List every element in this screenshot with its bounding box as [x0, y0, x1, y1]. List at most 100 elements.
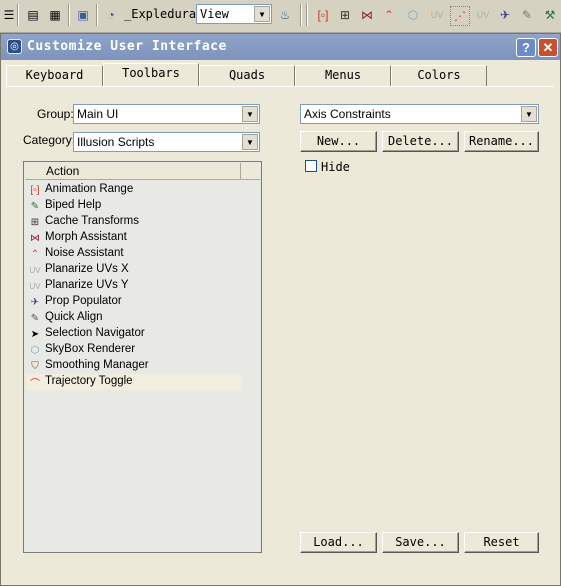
prop-icon[interactable]: ✈ [496, 6, 514, 24]
uv-y-icon: UV [29, 281, 41, 291]
app-icon: ◎ [7, 39, 22, 54]
tab-divider [6, 86, 554, 87]
toolbar-value: Axis Constraints [304, 107, 391, 121]
tab-toolbars[interactable]: Toolbars [103, 63, 199, 87]
customize-ui-dialog: ◎ Customize User Interface ? ✕ Keyboard … [0, 33, 561, 586]
list-item[interactable]: ✎ Quick Align [26, 310, 242, 326]
action-header-label: Action [46, 164, 80, 178]
list-item-selected[interactable]: ⌒ Trajectory Toggle [26, 374, 242, 390]
chevron-down-icon[interactable]: ▼ [242, 134, 258, 150]
align-icon[interactable]: ✎ [518, 6, 536, 24]
list-item-label: Morph Assistant [45, 231, 127, 243]
hide-checkbox[interactable] [305, 160, 317, 172]
tab-menus[interactable]: Menus [295, 65, 391, 86]
title-bar[interactable]: ◎ Customize User Interface ? ✕ [1, 34, 560, 60]
list-item-label: Smoothing Manager [45, 359, 149, 371]
help-button[interactable]: ? [516, 38, 536, 57]
action-list-header: Action [25, 163, 260, 180]
align-icon: ✎ [30, 312, 40, 324]
list-item[interactable]: ⊞ Cache Transforms [26, 214, 242, 230]
hide-label[interactable]: Hide [321, 160, 350, 174]
list-item-label: SkyBox Renderer [45, 343, 136, 355]
biped-icon: ✎ [30, 200, 40, 212]
list-icon[interactable]: ▤ [24, 6, 42, 24]
morph-icon: ⋈ [30, 232, 40, 244]
edura-label[interactable]: edura [160, 7, 196, 21]
cache-icon[interactable]: ⊞ [336, 6, 354, 24]
skybox-icon: ⬡ [30, 344, 40, 356]
dialog-title: Customize User Interface [27, 39, 227, 54]
tab-colors[interactable]: Colors [391, 65, 487, 86]
main-toolbar: ☰ ▤ ▦ ▣ ◔ _Expl edura View ▼ ♨ [▫] ⊞ ⋈ ⌃… [0, 0, 561, 33]
list-item-label: Planarize UVs Y [45, 279, 129, 291]
view-dropdown[interactable]: View ▼ [196, 4, 272, 24]
uv-x-icon: UV [29, 265, 41, 275]
list-item[interactable]: ✎ Biped Help [26, 198, 242, 214]
close-button[interactable]: ✕ [538, 38, 558, 57]
range-icon: [▫] [30, 184, 40, 196]
menu-icon[interactable]: ☰ [0, 6, 18, 24]
chevron-down-icon[interactable]: ▼ [254, 6, 270, 22]
list-item[interactable]: ⬡ SkyBox Renderer [26, 342, 242, 358]
load-button[interactable]: Load... [300, 532, 377, 553]
wrench-icon[interactable]: ⚒ [541, 6, 559, 24]
range-icon[interactable]: [▫] [314, 6, 332, 24]
explode-icon[interactable]: ◔ [102, 6, 120, 24]
list-item[interactable]: ➤ Selection Navigator [26, 326, 242, 342]
prop-icon: ✈ [30, 296, 40, 308]
teapot-icon[interactable]: ♨ [276, 6, 294, 24]
schematic-icon[interactable]: ▣ [74, 6, 92, 24]
save-button[interactable]: Save... [382, 532, 459, 553]
reset-button[interactable]: Reset [464, 532, 539, 553]
group-dropdown[interactable]: Main UI ▼ [73, 104, 260, 124]
list-item-label: Animation Range [45, 183, 134, 195]
list-item[interactable]: [▫] Animation Range [26, 182, 242, 198]
list-item[interactable]: ✈ Prop Populator [26, 294, 242, 310]
toolbar-separator [96, 4, 98, 26]
toolbar-separator [300, 4, 302, 26]
tab-quads[interactable]: Quads [199, 65, 295, 86]
toolbar-dropdown[interactable]: Axis Constraints ▼ [300, 104, 539, 124]
delete-button[interactable]: Delete... [382, 131, 459, 152]
chevron-down-icon[interactable]: ▼ [521, 106, 537, 122]
list-item[interactable]: ⛉ Smoothing Manager [26, 358, 242, 374]
toolbar-separator [306, 4, 308, 26]
explode-label[interactable]: _Expl [124, 7, 160, 21]
list-item-label: Noise Assistant [45, 247, 124, 259]
list-item-label: Cache Transforms [45, 215, 139, 227]
list-item-label: Selection Navigator [45, 327, 145, 339]
uv-x-icon[interactable]: UV [428, 6, 446, 24]
category-dropdown[interactable]: Illusion Scripts ▼ [73, 132, 260, 152]
toolbar-separator [68, 4, 70, 26]
group-value: Main UI [77, 107, 119, 121]
list-item[interactable]: ⌃ Noise Assistant [26, 246, 242, 262]
list-item-label: Trajectory Toggle [45, 375, 133, 387]
tab-keyboard[interactable]: Keyboard [6, 65, 103, 86]
layers-icon[interactable]: ▦ [46, 6, 64, 24]
rename-button[interactable]: Rename... [464, 131, 539, 152]
noise-icon: ⌃ [30, 248, 40, 260]
uv-y-icon[interactable]: UV [474, 6, 492, 24]
morph-icon[interactable]: ⋈ [358, 6, 376, 24]
cache-icon: ⊞ [30, 216, 40, 228]
trajectory-icon: ⌒ [30, 378, 40, 390]
action-list[interactable]: Action [▫] Animation Range ✎ Biped Help ⊞ C… [23, 161, 262, 553]
trajectory-icon[interactable]: ⋰ [450, 6, 470, 26]
pointer-icon: ➤ [30, 328, 40, 340]
noise-icon[interactable]: ⌃ [380, 6, 398, 24]
list-item[interactable]: UV Planarize UVs Y [26, 278, 242, 294]
category-value: Illusion Scripts [77, 135, 155, 149]
view-dropdown-value: View [200, 7, 229, 21]
list-item[interactable]: ⋈ Morph Assistant [26, 230, 242, 246]
toolbar-separator [17, 4, 19, 26]
list-item-label: Biped Help [45, 199, 102, 211]
skybox-icon[interactable]: ⬡ [404, 6, 422, 24]
new-button[interactable]: New... [300, 131, 377, 152]
chevron-down-icon[interactable]: ▼ [242, 106, 258, 122]
list-item-label: Planarize UVs X [45, 263, 129, 275]
action-column-header[interactable]: Action [25, 163, 241, 179]
list-item[interactable]: UV Planarize UVs X [26, 262, 242, 278]
group-label: Group: [37, 107, 74, 121]
list-item-label: Quick Align [45, 311, 103, 323]
list-item-label: Prop Populator [45, 295, 122, 307]
